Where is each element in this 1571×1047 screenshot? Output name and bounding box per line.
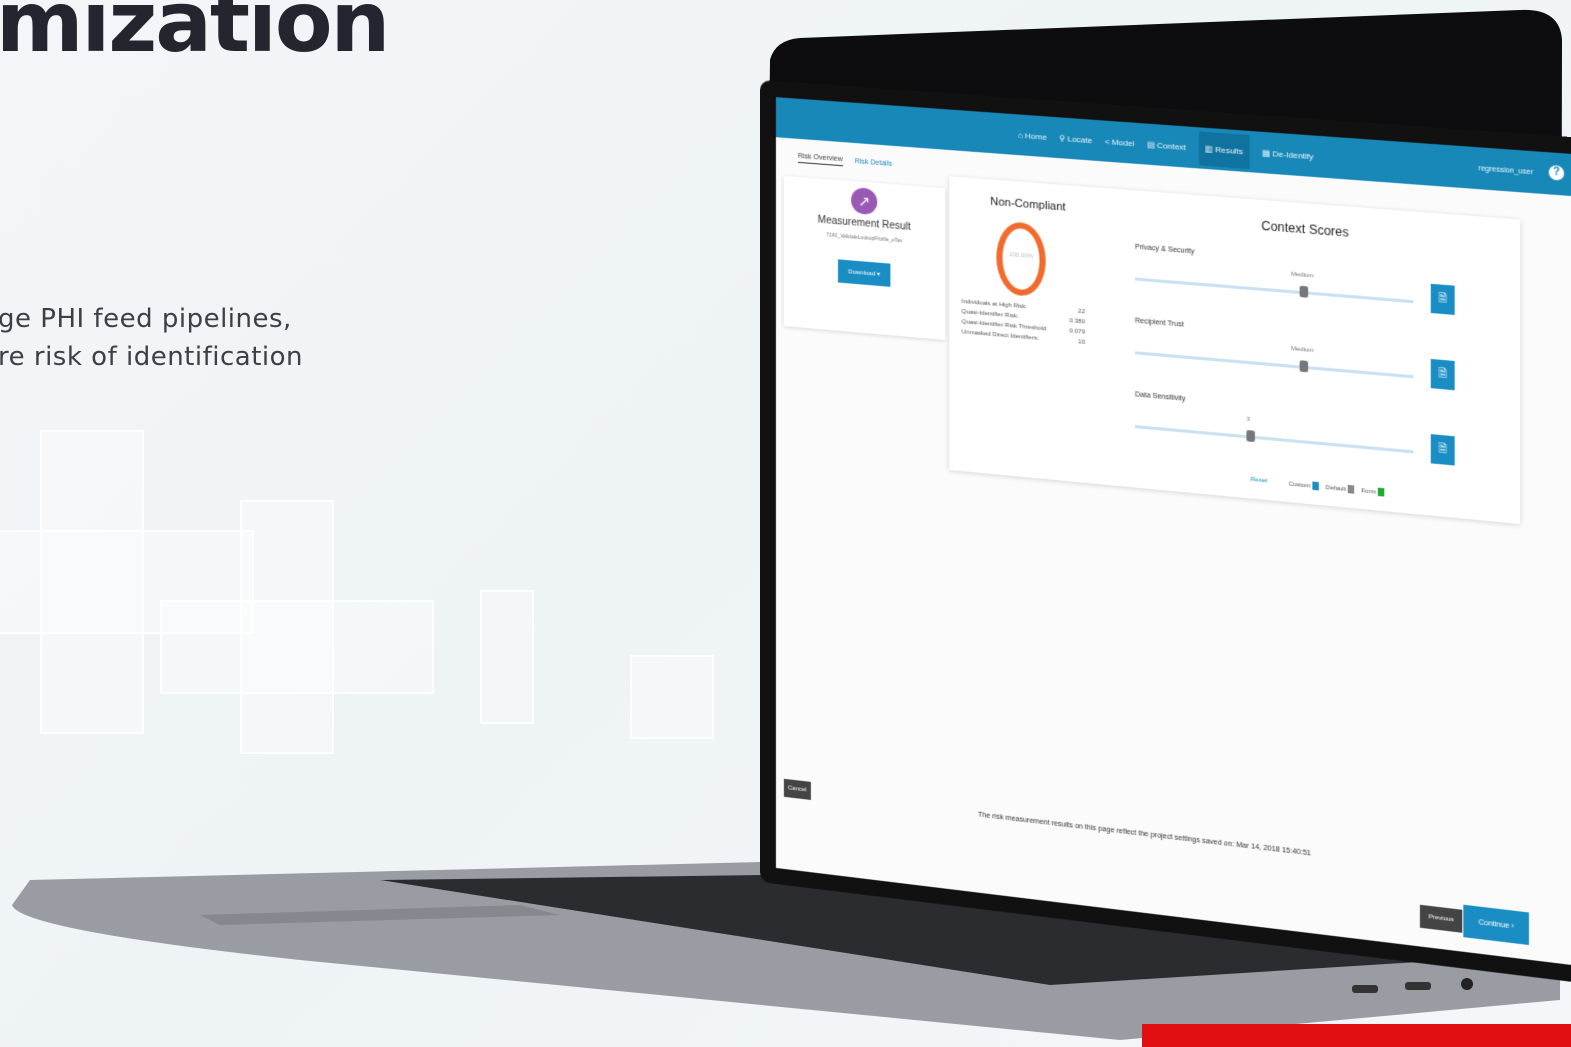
home-icon: ⌂ — [1017, 130, 1023, 140]
background-cross — [160, 600, 434, 694]
legend-custom: Custom — [1289, 479, 1320, 491]
slider-track[interactable]: 3 — [1134, 417, 1414, 454]
background-cross — [480, 590, 534, 724]
nav-de-identify[interactable]: ▦ De-Identify — [1262, 148, 1313, 161]
nav-context[interactable]: ▤ Context — [1147, 140, 1186, 152]
nav-results[interactable]: ▥ Results — [1198, 130, 1250, 169]
pin-icon: ⚲ — [1059, 133, 1066, 143]
tab-risk-overview[interactable]: Risk Overview — [797, 152, 843, 167]
slider-track[interactable]: Medium — [1134, 346, 1414, 379]
slider-legend: Reset Custom Default Form — [1251, 476, 1385, 497]
previous-button[interactable]: Previous — [1419, 904, 1463, 933]
slider-track[interactable]: Medium — [1134, 272, 1414, 304]
nav-locate[interactable]: ⚲ Locate — [1059, 133, 1092, 145]
hero-title: mization — [0, 0, 390, 71]
document-icon[interactable]: 🗎 — [1430, 434, 1455, 466]
accent-bar — [1142, 1024, 1571, 1047]
slider-knob[interactable] — [1299, 360, 1309, 373]
context-scores-title: Context Scores — [1261, 218, 1349, 240]
background-cross — [630, 655, 714, 739]
app-window: ⌂ Home ⚲ Locate < Model ▤ Context ▥ Results ▦… — [760, 80, 1571, 985]
slider-knob[interactable] — [1299, 285, 1309, 298]
reset-link[interactable]: Reset — [1251, 477, 1268, 485]
chart-trend-icon: ↗ — [851, 186, 878, 216]
legend-form: Form — [1361, 486, 1385, 497]
compliance-status: Non-Compliant — [990, 195, 1066, 214]
tab-risk-details[interactable]: Risk Details — [855, 158, 892, 170]
document-icon[interactable]: 🗎 — [1430, 283, 1455, 315]
risk-stats: Individuals at High Risk: 22 Quasi-Identi… — [962, 299, 1086, 350]
nav-model[interactable]: < Model — [1105, 136, 1135, 147]
nav-home[interactable]: ⌂ Home — [1018, 130, 1047, 141]
slider-knob[interactable] — [1246, 429, 1255, 443]
slider-data-sensitivity: Data Sensitivity 3 🗎 — [1134, 391, 1455, 466]
legend-default: Default — [1326, 483, 1355, 494]
measurement-card: ↗ Measurement Result 7140_ValidateLookup… — [783, 175, 946, 340]
laptop-screen: ⌂ Home ⚲ Locate < Model ▤ Context ▥ Results ▦… — [760, 80, 1571, 1045]
help-icon[interactable]: ? — [1548, 164, 1565, 181]
share-icon: < — [1104, 136, 1110, 147]
footer-note: The risk measurement results on this pag… — [977, 811, 1312, 858]
cancel-button[interactable]: Cancel — [783, 778, 811, 800]
chart-icon: ▥ — [1204, 143, 1213, 154]
slider-recipient-trust: Recipient Trust Medium 🗎 — [1134, 317, 1455, 391]
risk-ring: 100.00% — [996, 220, 1046, 298]
risk-card: Non-Compliant 100.00% Individuals at Hig… — [949, 176, 1521, 525]
continue-button[interactable]: Continue › — [1463, 904, 1530, 946]
risk-percent: 100.00% — [1008, 251, 1034, 261]
slider-privacy-security: Privacy & Security Medium 🗎 — [1134, 244, 1455, 315]
download-button[interactable]: Download ▾ — [838, 259, 891, 287]
document-icon[interactable]: 🗎 — [1430, 358, 1455, 391]
hero-description: ge PHI feed pipelines, re risk of identi… — [0, 304, 304, 372]
table-icon: ▤ — [1146, 139, 1155, 150]
grid-icon: ▦ — [1262, 147, 1271, 158]
user-menu[interactable]: regression_user — [1478, 165, 1533, 176]
